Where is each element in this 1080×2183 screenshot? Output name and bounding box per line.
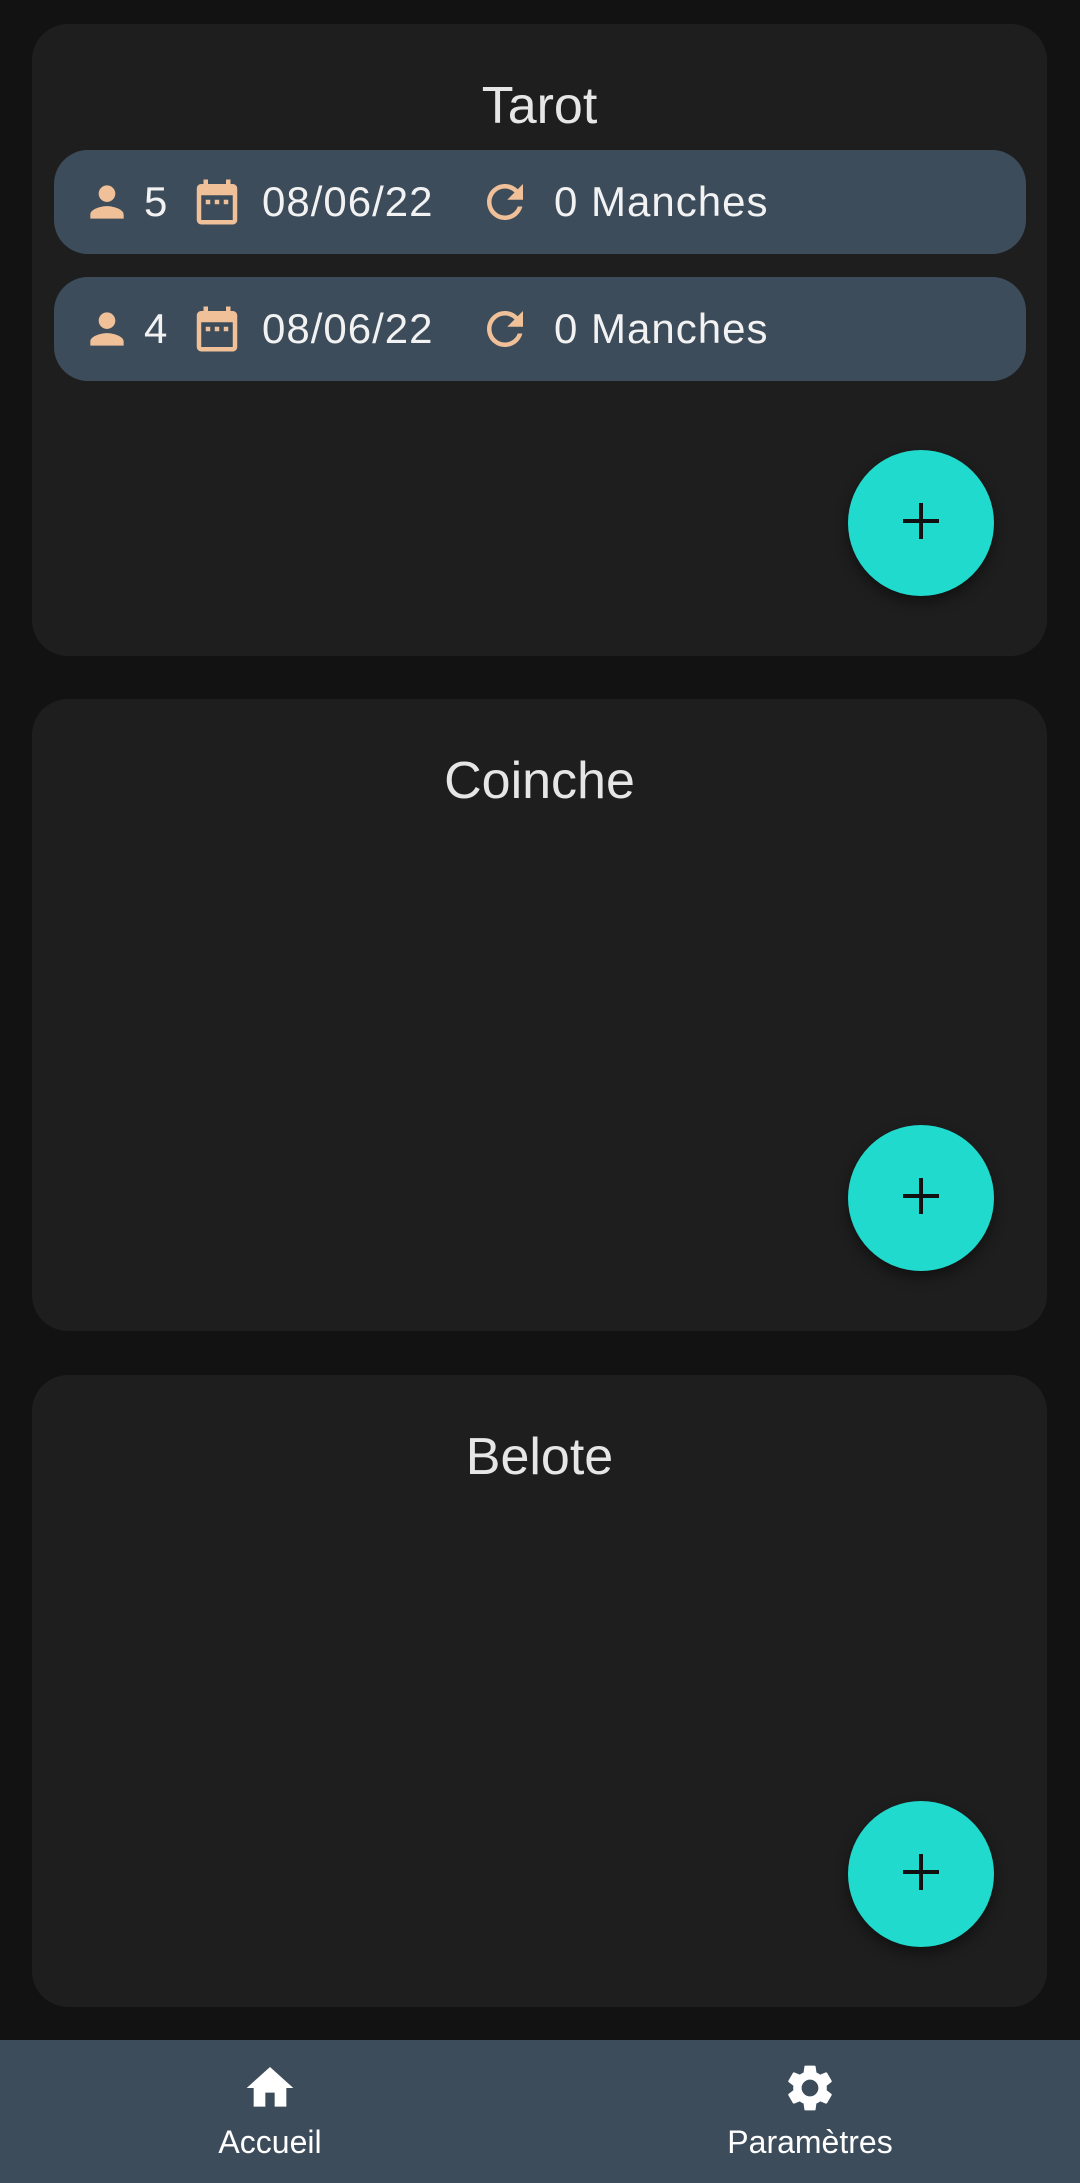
gear-icon: [782, 2060, 838, 2116]
person-icon: [82, 304, 132, 354]
person-icon: [82, 177, 132, 227]
calendar-icon: [190, 302, 244, 356]
nav-label-settings: Paramètres: [727, 2124, 893, 2160]
add-tarot-game-button[interactable]: [848, 450, 994, 596]
plus-icon: [899, 499, 943, 548]
players-value: 4: [144, 305, 169, 352]
bottom-navigation: Accueil Paramètres: [0, 2040, 1080, 2183]
game-rounds: 0 Manches: [478, 277, 768, 381]
rounds-value: 0 Manches: [554, 178, 769, 225]
refresh-icon: [478, 302, 532, 356]
plus-icon: [899, 1850, 943, 1899]
game-rounds: 0 Manches: [478, 150, 768, 254]
game-row[interactable]: 5 08/06/22 0 Manches: [54, 150, 1026, 254]
section-card-tarot: Tarot 5 08/06/22 0 Manches 4 08/06/22 0 …: [32, 24, 1047, 656]
add-belote-game-button[interactable]: [848, 1801, 994, 1947]
section-title: Tarot: [481, 77, 598, 135]
players-count: 5: [82, 150, 168, 254]
section-title: Coinche: [444, 752, 635, 810]
date-value: 08/06/22: [262, 305, 434, 352]
section-card-coinche: Coinche: [32, 699, 1047, 1331]
refresh-icon: [478, 175, 532, 229]
rounds-value: 0 Manches: [554, 305, 769, 352]
game-row[interactable]: 4 08/06/22 0 Manches: [54, 277, 1026, 381]
players-value: 5: [144, 178, 169, 225]
game-date: 08/06/22: [190, 150, 434, 254]
players-count: 4: [82, 277, 168, 381]
section-title: Belote: [465, 1428, 614, 1486]
nav-label-home: Accueil: [218, 2124, 322, 2160]
nav-item-settings[interactable]: Paramètres: [540, 2040, 1080, 2183]
add-coinche-game-button[interactable]: [848, 1125, 994, 1271]
section-card-belote: Belote: [32, 1375, 1047, 2007]
calendar-icon: [190, 175, 244, 229]
date-value: 08/06/22: [262, 178, 434, 225]
home-icon: [242, 2060, 298, 2116]
nav-item-home[interactable]: Accueil: [0, 2040, 540, 2183]
game-date: 08/06/22: [190, 277, 434, 381]
plus-icon: [899, 1174, 943, 1223]
